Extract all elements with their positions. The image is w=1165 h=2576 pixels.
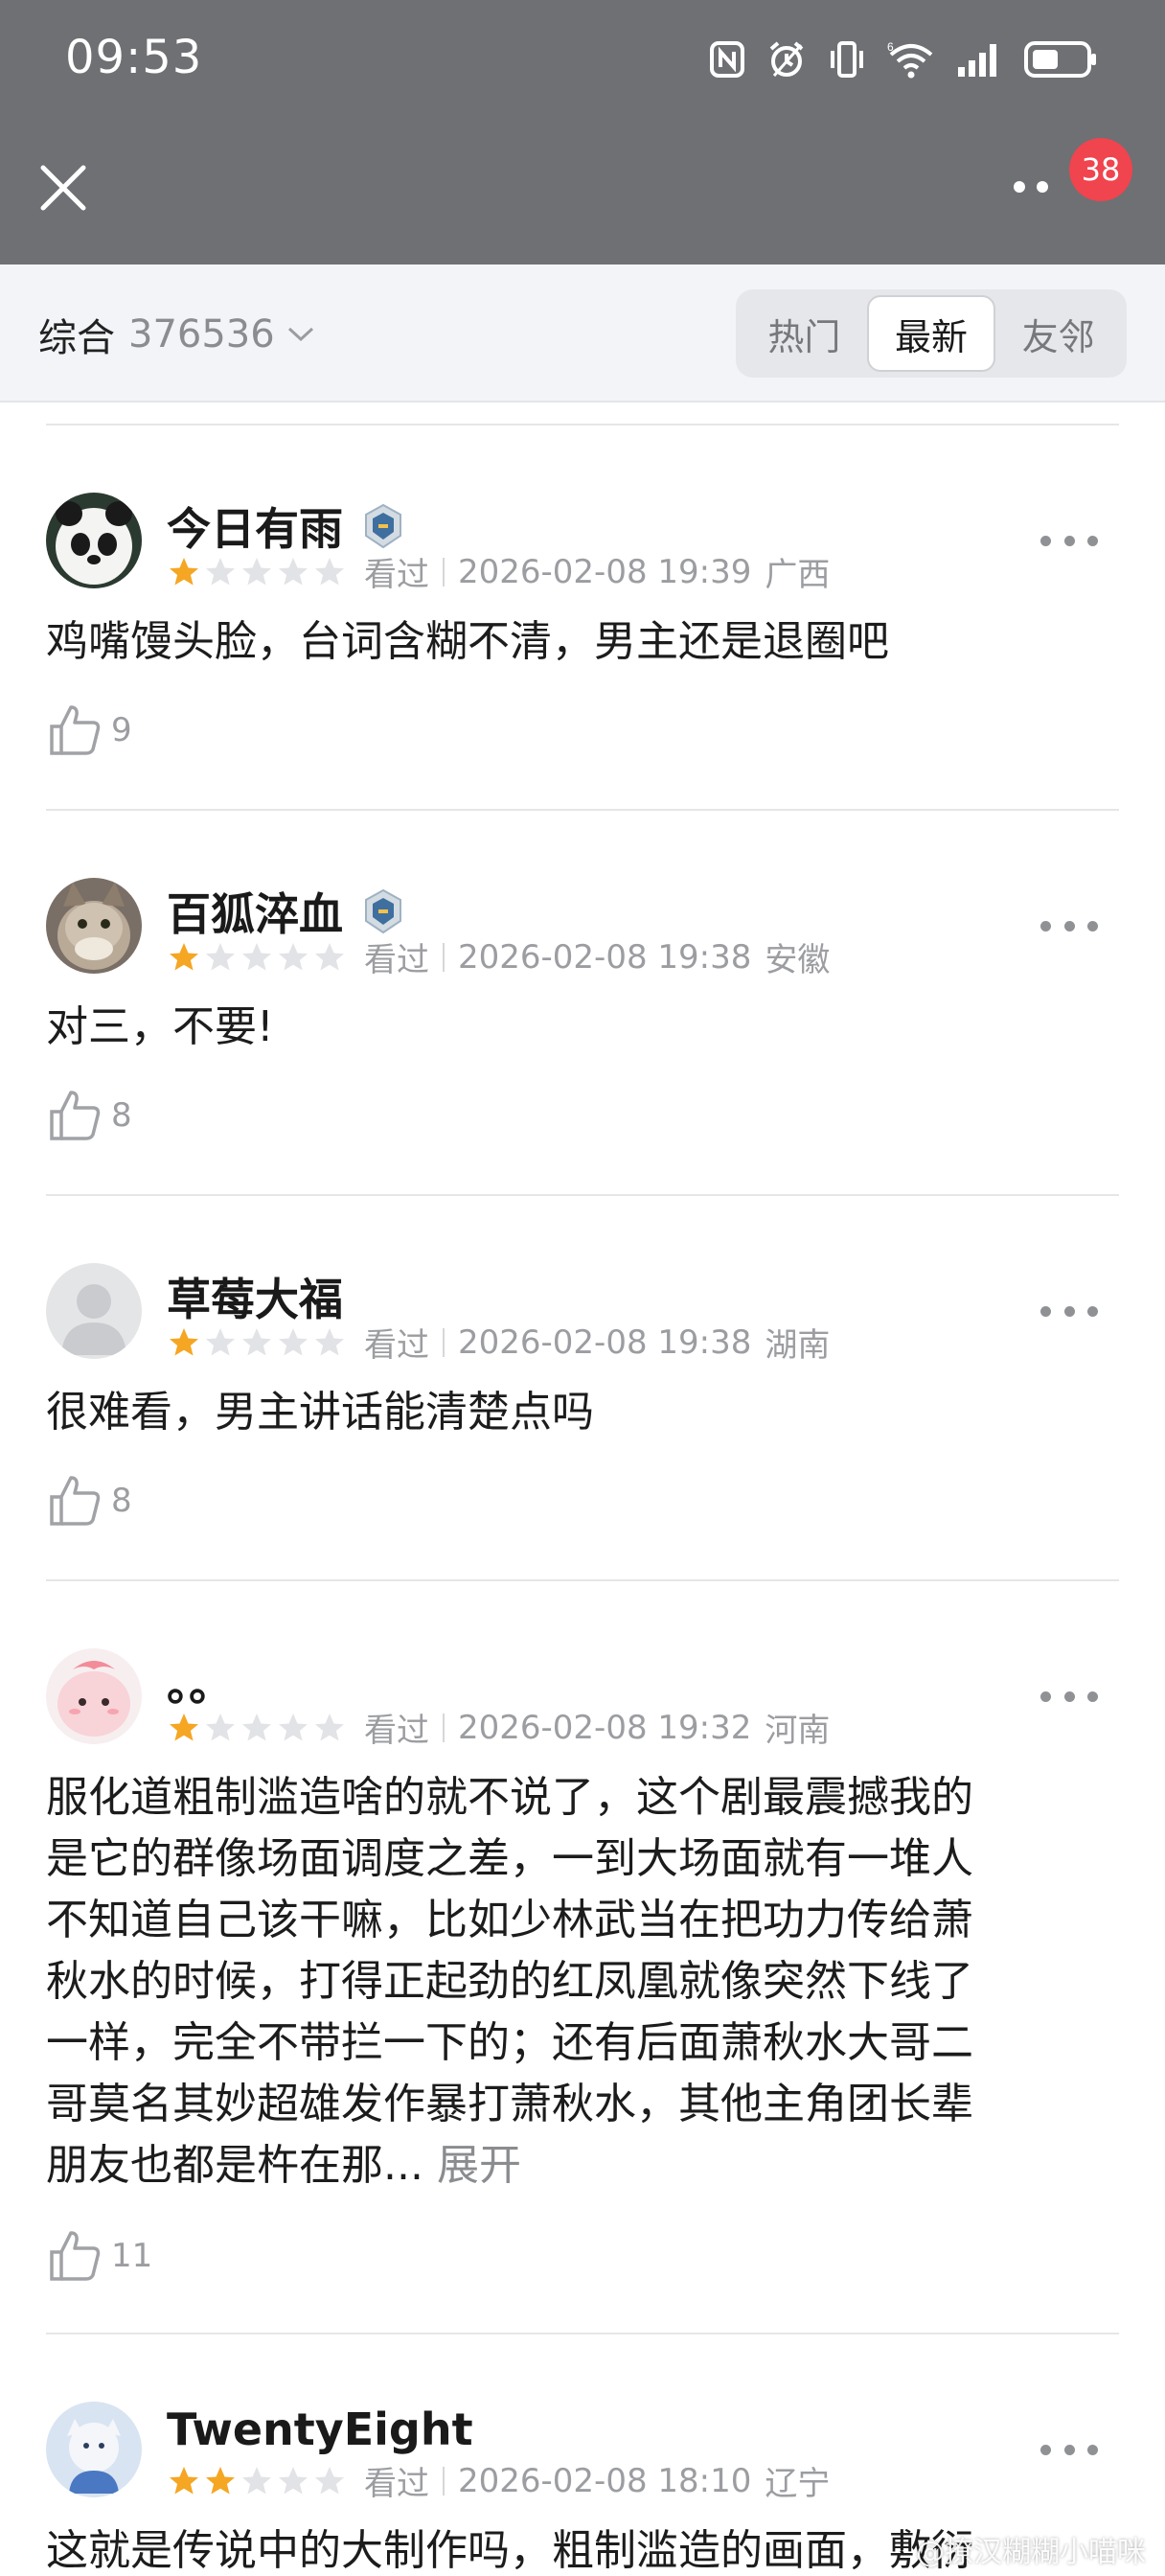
filter-bar: 综合 376536 热门 最新 友邻 [0,264,1165,402]
divider [46,1194,1119,1196]
review-meta: 看过 2026-02-08 19:32 河南 [167,1704,830,1751]
review-region: 广西 [765,556,831,594]
signal-icon [956,40,1002,79]
review-region: 安徽 [765,941,831,979]
close-button[interactable] [29,153,98,222]
watch-status: 看过 [364,1712,429,1750]
review-datetime: 2026-02-08 19:38 [458,1322,752,1362]
watch-status: 看过 [364,556,429,594]
like-count: 11 [111,2237,153,2275]
divider [46,424,1119,426]
thumbs-up-icon [50,705,101,755]
review-content[interactable]: 服化道粗制滥造啥的就不说了，这个剧最震撼我的 是它的群像场面调度之差，一到大场面… [46,1767,1119,2196]
like-button[interactable]: 8 [46,1472,132,1530]
expand-link[interactable]: 展开 [437,2141,521,2190]
review-content[interactable]: 对三，不要! [46,997,1119,1058]
review-datetime: 2026-02-08 19:32 [458,1708,752,1747]
review-meta: 看过 2026-02-08 18:10 辽宁 [167,2457,830,2504]
tab-friends[interactable]: 友邻 [995,295,1121,372]
vibrate-icon [828,39,866,80]
close-icon [40,165,86,211]
review-count: 376536 [128,312,275,356]
thumbs-up-icon [50,1091,101,1140]
divider [46,809,1119,811]
review-region: 河南 [765,1712,831,1750]
watermark: @撩汉糊糊小喵咪 [916,2536,1146,2569]
avatar[interactable] [46,493,142,588]
rating-stars [167,555,347,589]
like-button[interactable]: 9 [46,702,132,759]
status-icons: 6 [709,33,1098,86]
sort-label: 综合 [38,316,115,360]
watch-status: 看过 [364,941,429,979]
review-datetime: 2026-02-08 18:10 [458,2461,752,2500]
avatar[interactable] [46,1263,142,1359]
notification-badge[interactable]: 38 [1069,138,1132,201]
username[interactable]: TwentyEight [167,2404,473,2455]
thumbs-up-icon [50,1476,101,1526]
tab-latest[interactable]: 最新 [866,295,996,372]
more-options-icon[interactable] [1040,1292,1098,1330]
avatar[interactable] [46,1648,142,1744]
svg-text:6: 6 [887,40,894,54]
tab-hot[interactable]: 热门 [742,295,867,372]
review-datetime: 2026-02-08 19:38 [458,937,752,977]
like-button[interactable]: 8 [46,1087,132,1144]
like-count: 9 [111,711,132,749]
chevron-down-icon [287,327,313,342]
like-count: 8 [111,1482,132,1520]
more-options-icon[interactable] [1040,1677,1098,1715]
more-dots-icon[interactable] [1002,163,1060,211]
top-bar: 09:53 6 38 [0,0,1165,264]
like-button[interactable]: 11 [46,2227,152,2285]
wifi-6-icon: 6 [887,39,935,80]
review-meta: 看过 2026-02-08 19:38 湖南 [167,1319,830,1366]
rating-stars [167,1711,347,1745]
divider [46,1579,1119,1581]
like-count: 8 [111,1096,132,1135]
review-content[interactable]: 很难看，男主讲话能清楚点吗 [46,1382,1119,1443]
nfc-icon [709,40,745,79]
avatar[interactable] [46,878,142,974]
divider [46,2333,1119,2334]
review-region: 辽宁 [765,2465,831,2503]
rating-stars [167,1325,347,1360]
more-options-icon[interactable] [1040,907,1098,945]
sort-dropdown[interactable]: 综合 376536 [38,307,315,362]
watch-status: 看过 [364,1326,429,1365]
review-datetime: 2026-02-08 19:39 [458,552,752,591]
thumbs-up-icon [50,2231,101,2281]
battery-icon [1023,39,1098,80]
review-content[interactable]: 鸡嘴馒头脸，台词含糊不清，男主还是退圈吧 [46,611,1119,673]
review-meta: 看过 2026-02-08 19:38 安徽 [167,933,830,980]
alarm-icon [766,39,807,80]
medal-icon [365,503,401,549]
status-time: 09:53 [65,31,203,84]
review-region: 湖南 [765,1326,831,1365]
sort-tabs: 热门 最新 友邻 [736,289,1127,378]
rating-stars [167,2464,347,2498]
medal-icon [365,888,401,934]
more-options-icon[interactable] [1040,2430,1098,2469]
review-meta: 看过 2026-02-08 19:39 广西 [167,548,830,595]
more-options-icon[interactable] [1040,521,1098,560]
watch-status: 看过 [364,2465,429,2503]
rating-stars [167,940,347,975]
avatar[interactable] [46,2402,142,2497]
